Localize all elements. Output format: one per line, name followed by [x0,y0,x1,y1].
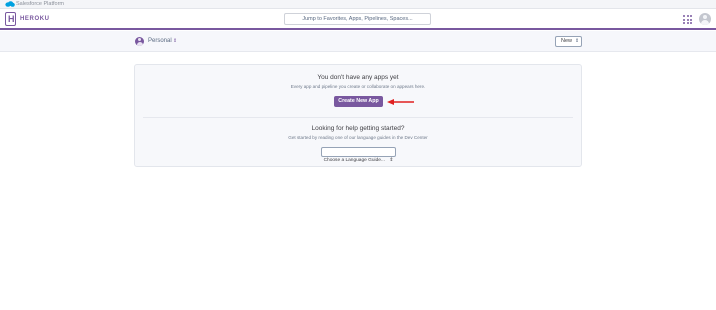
create-new-app-button[interactable]: Create New App [334,96,383,107]
platform-label: Salesforce Platform [16,1,64,7]
red-arrow-annotation-icon [387,99,414,105]
user-avatar-icon[interactable] [699,13,711,25]
language-guide-select-label: Choose a Language Guide... [323,158,385,163]
search-input[interactable]: Jump to Favorites, Apps, Pipelines, Spac… [284,13,431,25]
sub-navigation: Personal ⇕ New ⇕ [0,31,716,52]
empty-state-subtitle: Every app and pipeline you create or col… [290,84,426,89]
salesforce-cloud-icon [5,1,15,7]
help-title: Looking for help getting started? [311,125,405,132]
heroku-logo-letter: H [8,14,15,24]
account-switcher-label[interactable]: Personal [148,37,172,46]
language-guide-select[interactable]: Choose a Language Guide... ⇕ [321,147,396,163]
salesforce-platform-bar: Salesforce Platform [0,0,716,9]
new-button[interactable]: New ⇕ [555,36,582,47]
empty-apps-panel: You don't have any apps yet Every app an… [134,64,582,167]
account-switcher-chevron-icon[interactable]: ⇕ [173,37,177,46]
new-button-chevron-icon: ⇕ [575,38,580,44]
empty-state-title: You don't have any apps yet [317,74,399,81]
heroku-wordmark[interactable]: HEROKU [20,15,50,23]
new-button-label: New [561,38,573,44]
divider [143,117,573,118]
search-placeholder: Jump to Favorites, Apps, Pipelines, Spac… [302,16,413,22]
heroku-logo-icon[interactable]: H [5,12,16,26]
app-launcher-grid-icon[interactable] [683,15,692,24]
personal-account-icon[interactable] [135,37,144,46]
heroku-header: H HEROKU Jump to Favorites, Apps, Pipeli… [0,9,716,30]
language-guide-chevron-icon: ⇕ [389,158,394,163]
help-subtitle: Get started by reading one of our langua… [288,135,428,140]
